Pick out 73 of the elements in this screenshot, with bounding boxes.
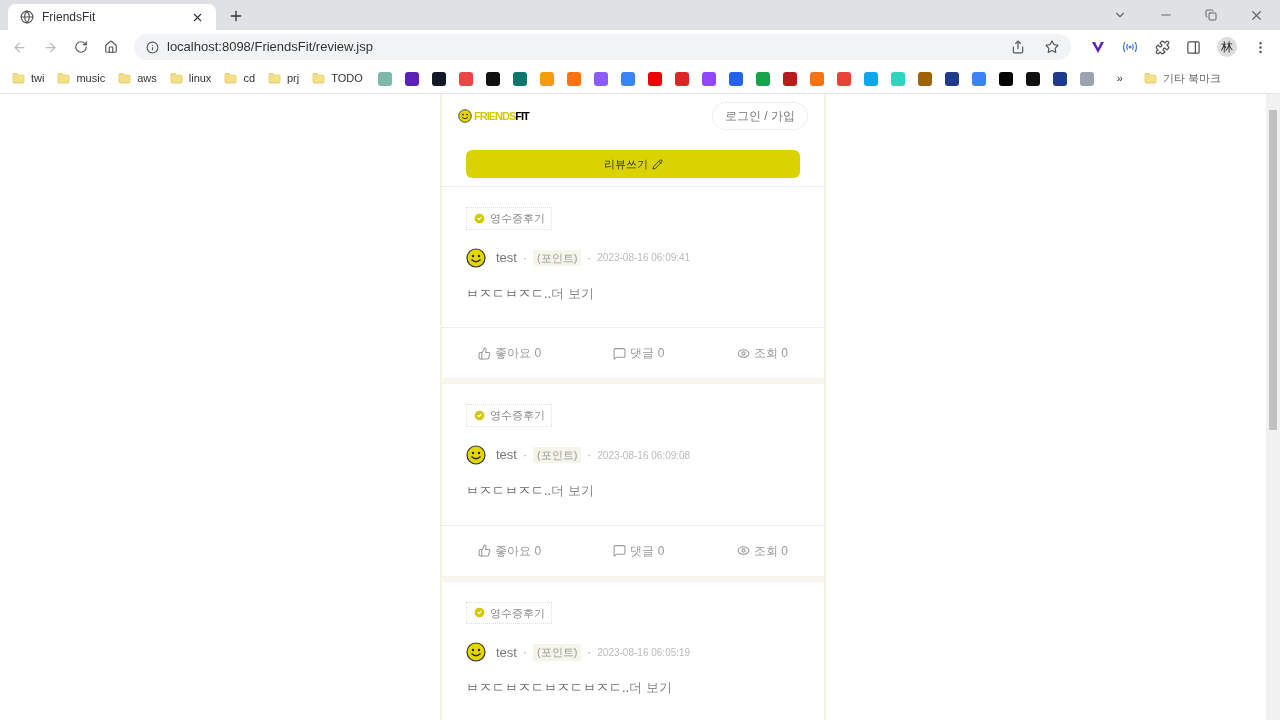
- bookmark-icon[interactable]: [404, 71, 419, 86]
- grade-label: (포인트): [532, 446, 582, 464]
- check-icon: [473, 211, 486, 225]
- separator: ·: [522, 249, 527, 267]
- badge-label: 영수증후기: [490, 211, 545, 226]
- speech-bubble-icon: [613, 544, 627, 557]
- bookmark-folder[interactable]: aws: [137, 70, 157, 87]
- eye-icon: [736, 544, 750, 557]
- smiley-icon: [466, 642, 486, 663]
- more-bookmarks[interactable]: »: [1116, 70, 1123, 87]
- restore-icon[interactable]: [1205, 9, 1217, 21]
- badge-label: 영수증후기: [490, 605, 545, 621]
- more-link[interactable]: 더 보기: [551, 283, 594, 304]
- logo[interactable]: FRIENDSFIT: [458, 107, 529, 125]
- username: test: [496, 446, 517, 465]
- separator: ·: [522, 447, 527, 464]
- review-date: 2023-08-16 06:09:08: [597, 448, 691, 463]
- write-review-button[interactable]: 리뷰쓰기: [466, 150, 800, 178]
- smiley-icon: [458, 109, 472, 123]
- globe-icon: [20, 10, 34, 24]
- bookmark-folder[interactable]: twi: [31, 70, 45, 87]
- bookmark-icon[interactable]: [782, 71, 797, 86]
- separator: ·: [522, 644, 527, 662]
- username: test: [496, 643, 517, 662]
- extensions-icon[interactable]: [1155, 39, 1170, 55]
- scrollbar[interactable]: [1266, 94, 1280, 720]
- bookmark-folder[interactable]: linux: [188, 70, 212, 87]
- speech-bubble-icon: [613, 346, 627, 360]
- review-date: 2023-08-16 06:09:41: [597, 251, 691, 266]
- bookmark-icon[interactable]: [998, 71, 1013, 86]
- share-icon[interactable]: [1011, 40, 1025, 54]
- profile-avatar[interactable]: 林: [1217, 37, 1237, 57]
- side-panel-icon[interactable]: [1186, 39, 1201, 55]
- review-body: ㅂㅈㄷㅂㅈㄷ..: [466, 482, 552, 500]
- review-date: 2023-08-16 06:05:19: [597, 645, 691, 660]
- home-icon[interactable]: [104, 40, 118, 54]
- check-icon: [473, 606, 486, 620]
- separator: ·: [587, 644, 592, 662]
- logo-text: FRIENDSFIT: [474, 108, 529, 124]
- smiley-icon: [466, 247, 486, 268]
- review-body: ㅂㅈㄷㅂㅈㄷ..: [466, 284, 552, 303]
- bookmark-folder[interactable]: music: [76, 70, 106, 87]
- star-icon[interactable]: [1045, 40, 1059, 54]
- separator: ·: [587, 447, 592, 464]
- broadcast-icon[interactable]: [1121, 41, 1139, 53]
- review-body: ㅂㅈㄷㅂㅈㄷㅂㅈㄷㅂㅈㄷ..: [466, 679, 630, 698]
- grade-label: (포인트): [532, 249, 582, 266]
- address-bar[interactable]: localhost:8098/FriendsFit/review.jsp: [134, 34, 1071, 60]
- extension-icon[interactable]: [1091, 40, 1105, 54]
- thumbs-up-icon: [478, 346, 492, 360]
- badge-label: 영수증후기: [490, 408, 545, 424]
- bookmark-icon[interactable]: [431, 71, 446, 86]
- bookmark-icon[interactable]: [944, 71, 959, 86]
- bookmark-icon[interactable]: [1052, 71, 1067, 86]
- pencil-icon: [651, 158, 663, 170]
- thumbs-up-icon: [478, 544, 492, 557]
- bookmark-icon[interactable]: [485, 71, 500, 86]
- check-icon: [473, 409, 486, 422]
- more-link[interactable]: 더 보기: [551, 481, 594, 501]
- bookmark-folder[interactable]: prj: [287, 70, 300, 87]
- reload-icon[interactable]: [74, 40, 88, 54]
- grade-label: (포인트): [532, 644, 582, 661]
- new-tab-icon[interactable]: [228, 8, 244, 24]
- separator: ·: [587, 249, 592, 267]
- bookmark-icon[interactable]: [1025, 71, 1040, 86]
- username: test: [496, 249, 517, 267]
- info-icon[interactable]: [146, 40, 159, 54]
- eye-icon: [736, 346, 750, 360]
- smiley-icon: [466, 445, 486, 465]
- bookmark-folder[interactable]: TODO: [331, 70, 363, 87]
- other-bookmarks[interactable]: 기타 북마크: [1162, 70, 1221, 87]
- bookmark-folder[interactable]: cd: [243, 70, 255, 87]
- more-link[interactable]: 더 보기: [629, 678, 672, 698]
